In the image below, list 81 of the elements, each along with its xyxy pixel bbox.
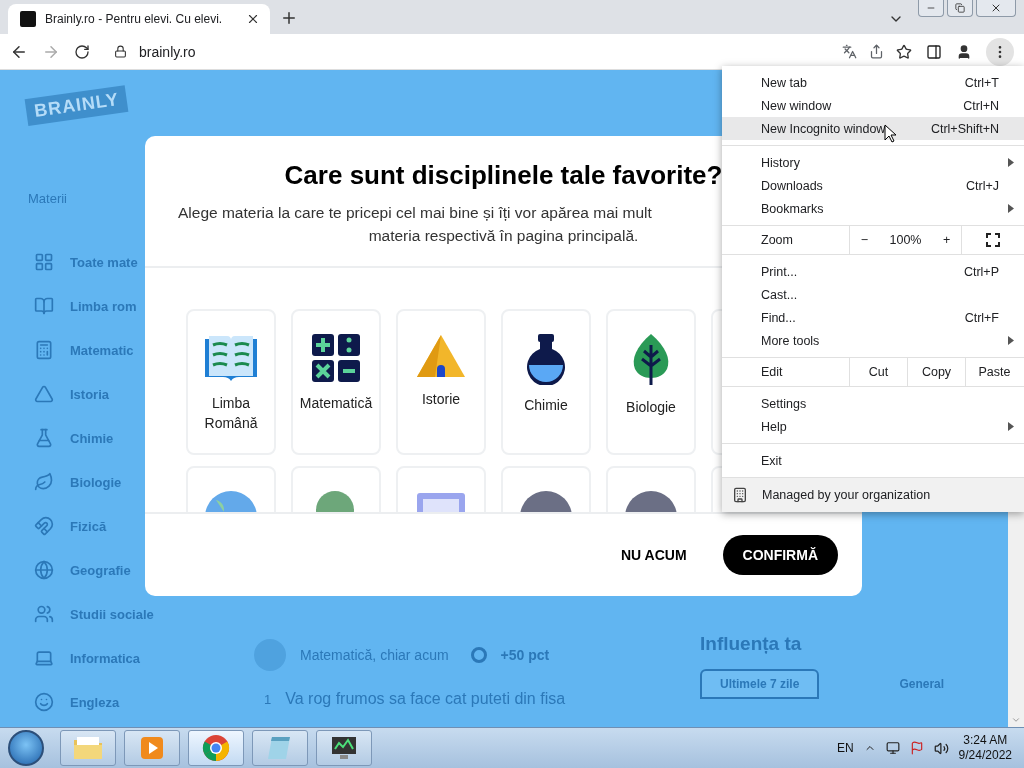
share-icon[interactable] [869, 44, 884, 59]
calc-icon [34, 340, 54, 360]
language-indicator[interactable]: EN [836, 741, 854, 755]
skip-button[interactable]: NU ACUM [620, 537, 687, 573]
play-icon [139, 735, 165, 761]
face-icon [34, 692, 54, 712]
managed-item[interactable]: Managed by your organization [722, 478, 1024, 512]
restore-icon [955, 3, 965, 13]
network-icon[interactable] [885, 741, 900, 755]
zoom-label: Zoom [760, 232, 794, 249]
brainly-logo: BRAINLY [24, 85, 129, 126]
dialog-subtitle: Alege materia la care te pricepi cel mai bine și îți vor apărea mai mult [177, 203, 652, 223]
close-icon[interactable] [246, 12, 260, 26]
influence-title: Influența ta [700, 633, 803, 655]
sidebar-heading: Materii [28, 191, 68, 206]
question-text: Va rog frumos sa face cat puteti din fisa [285, 690, 566, 708]
folder-icon [73, 736, 103, 760]
answer-count: 1 [264, 691, 272, 707]
menu-item[interactable]: Bookmarks [722, 197, 1024, 220]
menu-item[interactable]: Print... Ctrl+P [722, 260, 1024, 283]
feed-points: +50 pct [500, 647, 550, 663]
menu-item[interactable]: New window Ctrl+N [722, 94, 1024, 117]
subject-card[interactable]: Istorie [396, 309, 486, 455]
zoom-level: 100% [889, 233, 922, 247]
menu-item[interactable]: Help [722, 415, 1024, 438]
close-icon [990, 2, 1002, 14]
subject-card[interactable]: Limba Română [186, 309, 276, 455]
profile-icon[interactable] [956, 43, 972, 60]
menu-item[interactable]: New tab Ctrl+T [722, 71, 1024, 94]
menu-item[interactable]: History [722, 151, 1024, 174]
globe-icon [34, 560, 54, 580]
browser-icon [202, 734, 230, 762]
grid-icon [34, 252, 54, 272]
menu-item[interactable]: Find... Ctrl+F [722, 306, 1024, 329]
lock-icon[interactable] [114, 45, 127, 58]
menu-item[interactable]: More tools [722, 329, 1024, 352]
side-panel-icon[interactable] [926, 43, 942, 60]
cursor-icon [884, 124, 897, 143]
zoom-in-button[interactable]: + [942, 233, 951, 247]
start-button[interactable] [8, 730, 44, 766]
flag-icon[interactable] [909, 741, 924, 755]
confirm-button[interactable]: CONFIRMĂ [722, 535, 838, 575]
translate-icon[interactable] [842, 44, 857, 59]
flask-icon [524, 333, 568, 385]
dialog-subtitle: materia respectivă în pagina principală. [368, 226, 639, 246]
new-tab-icon[interactable] [280, 9, 298, 27]
magnet-icon [34, 516, 54, 536]
address-field[interactable]: brainly.ro [139, 43, 830, 60]
feed-subject: Matematică, chiar acum [300, 647, 449, 663]
pyramid-icon [34, 384, 54, 404]
people-icon [34, 604, 54, 624]
menu-item[interactable]: Exit [722, 449, 1024, 472]
points-icon [470, 647, 487, 663]
flask-icon [34, 428, 54, 448]
fullscreen-icon[interactable] [985, 233, 1000, 247]
zoom-out-button[interactable]: − [860, 233, 869, 247]
restore-button[interactable] [947, 0, 973, 17]
reload-icon[interactable] [74, 43, 90, 60]
taskbar-app[interactable] [316, 730, 372, 766]
subject-card[interactable]: Biologie [606, 309, 696, 455]
building-icon [732, 487, 748, 503]
menu-item[interactable]: Settings [722, 392, 1024, 415]
tab-title: Brainly.ro - Pentru elevi. Cu elevi. [45, 12, 224, 26]
menu-item[interactable]: Downloads Ctrl+J [722, 174, 1024, 197]
leaf-icon [34, 472, 54, 492]
dialog-title: Care sunt disciplinele tale favorite? [284, 160, 723, 191]
book-icon [203, 333, 259, 383]
browser-tab[interactable]: Brainly.ro - Pentru elevi. Cu elevi. [8, 4, 270, 34]
volume-icon[interactable] [933, 740, 949, 756]
pyramid-icon [415, 333, 467, 379]
clock[interactable]: 3:24 AM 9/24/2022 [958, 733, 1012, 763]
monitor-icon [330, 735, 358, 761]
subject-card[interactable]: Chimie [501, 309, 591, 455]
star-icon[interactable] [896, 43, 912, 60]
calculator-icon [311, 333, 361, 383]
menu-item[interactable]: Cast... [722, 283, 1024, 306]
laptop-icon [34, 648, 54, 668]
book-icon [34, 296, 54, 316]
subject-card[interactable]: Matematică [291, 309, 381, 455]
site-icon [20, 11, 36, 27]
edit-label: Edit [760, 364, 784, 381]
